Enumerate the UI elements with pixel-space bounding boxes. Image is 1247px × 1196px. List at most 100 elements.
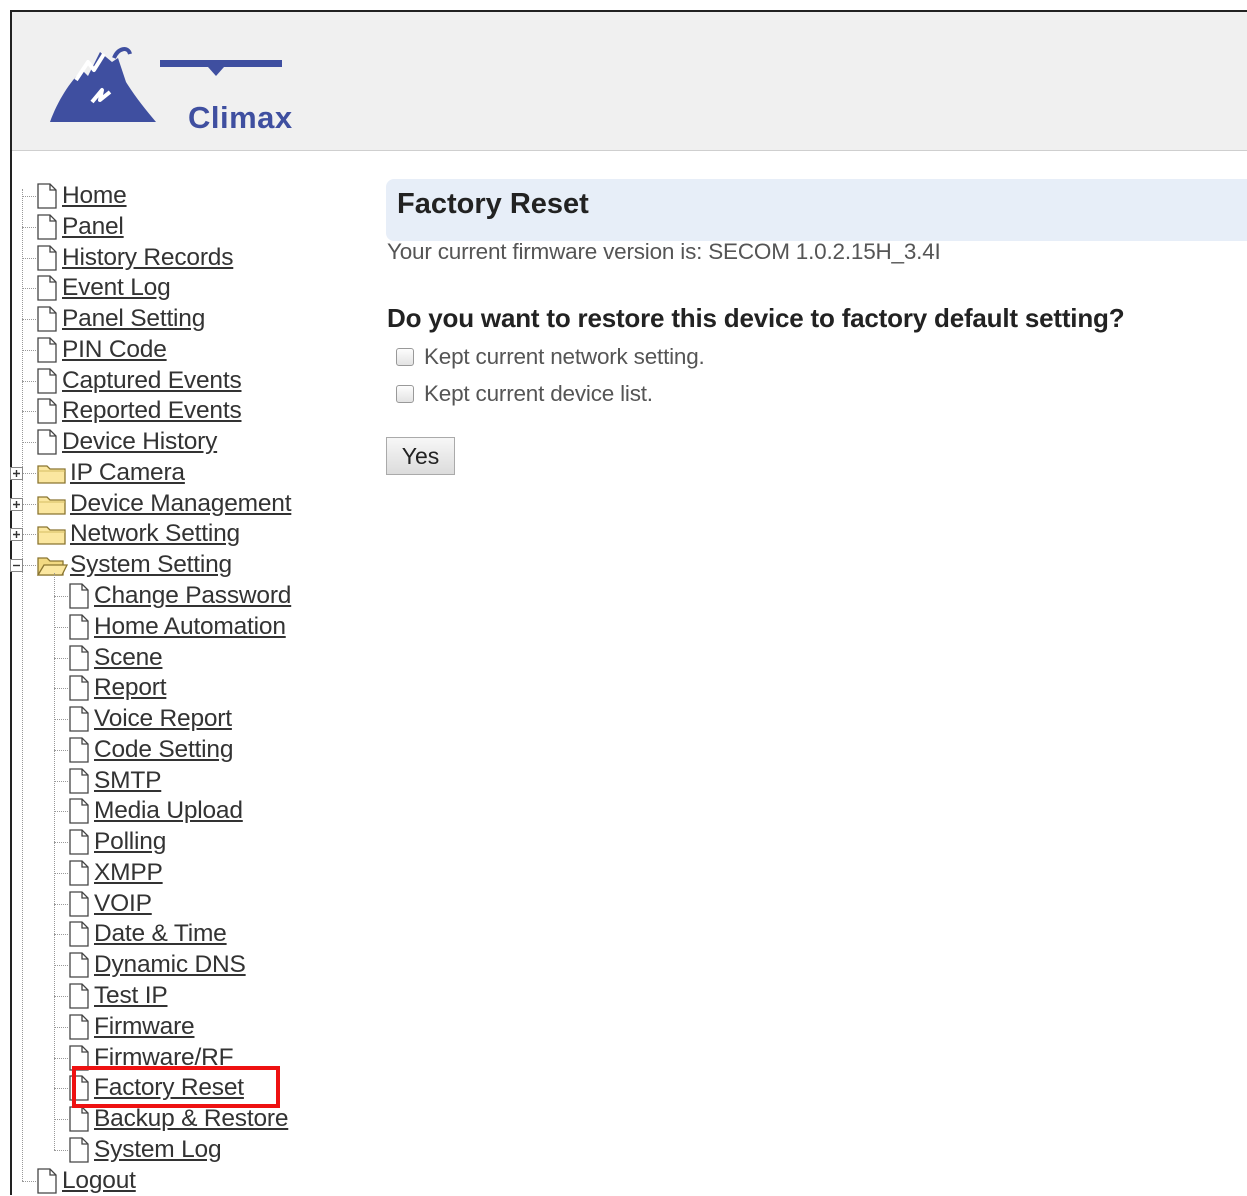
expand-toggle-icon[interactable] xyxy=(10,466,23,480)
sidebar-item-firmware-rf[interactable]: Firmware/RF xyxy=(68,1043,234,1073)
sidebar-item-pin-code[interactable]: PIN Code xyxy=(36,335,167,365)
sidebar-item-logout[interactable]: Logout xyxy=(36,1166,136,1196)
page-title: Factory Reset xyxy=(397,188,589,220)
sidebar-item-scene[interactable]: Scene xyxy=(68,643,163,673)
sidebar-item-label[interactable]: Home xyxy=(62,181,127,211)
sidebar-item-system-log[interactable]: System Log xyxy=(68,1135,222,1165)
sidebar-item-home[interactable]: Home xyxy=(36,181,127,211)
sidebar-item-label[interactable]: Firmware/RF xyxy=(94,1043,234,1073)
sidebar-item-media-upload[interactable]: Media Upload xyxy=(68,796,243,826)
folder-device-management[interactable]: Device Management xyxy=(36,489,292,519)
sidebar-item-label[interactable]: System Log xyxy=(94,1135,222,1165)
page-icon xyxy=(36,337,58,363)
sidebar-item-dynamic-dns[interactable]: Dynamic DNS xyxy=(68,950,246,980)
sidebar-item-label[interactable]: Reported Events xyxy=(62,396,242,426)
sidebar-item-label[interactable]: Media Upload xyxy=(94,796,243,826)
sidebar-item-device-history[interactable]: Device History xyxy=(36,427,217,457)
sidebar-item-label[interactable]: Backup & Restore xyxy=(94,1104,288,1134)
sidebar-item-label[interactable]: Factory Reset xyxy=(94,1073,244,1103)
sidebar-item-report[interactable]: Report xyxy=(68,673,167,703)
sidebar-item-label[interactable]: Date & Time xyxy=(94,919,227,949)
sidebar-item-label[interactable]: History Records xyxy=(62,243,233,273)
sidebar-item-label[interactable]: Panel Setting xyxy=(62,304,205,334)
sidebar-item-reported-events[interactable]: Reported Events xyxy=(36,396,242,426)
sidebar-item-label[interactable]: Change Password xyxy=(94,581,291,611)
sidebar-item-panel-setting[interactable]: Panel Setting xyxy=(36,304,205,334)
sidebar-item-factory-reset[interactable]: Factory Reset xyxy=(68,1073,244,1103)
keep-devices-checkbox[interactable] xyxy=(396,385,414,403)
sidebar-item-history-records[interactable]: History Records xyxy=(36,243,233,273)
sidebar-item-label[interactable]: PIN Code xyxy=(62,335,167,365)
sidebar-item-date-and-time[interactable]: Date & Time xyxy=(68,919,227,949)
sidebar-item-label[interactable]: SMTP xyxy=(94,766,161,796)
sidebar-item-label[interactable]: IP Camera xyxy=(70,458,185,488)
sidebar-item-label[interactable]: Captured Events xyxy=(62,366,242,396)
firmware-version-text: Your current firmware version is: SECOM … xyxy=(387,239,941,264)
expand-toggle-icon[interactable] xyxy=(10,497,23,511)
sidebar-item-label[interactable]: Logout xyxy=(62,1166,136,1196)
sidebar-item-backup-and-restore[interactable]: Backup & Restore xyxy=(68,1104,288,1134)
sidebar-tree: Home Panel History Records Event Log Panel S… xyxy=(8,168,338,1194)
sidebar-item-change-password[interactable]: Change Password xyxy=(68,581,291,611)
folder-system-setting[interactable]: System Setting xyxy=(36,550,232,580)
restore-question: Do you want to restore this device to fa… xyxy=(387,303,1125,333)
folder-network-setting[interactable]: Network Setting xyxy=(36,519,240,549)
page-icon xyxy=(68,798,90,825)
sidebar-item-label[interactable]: Code Setting xyxy=(94,735,233,765)
page-icon xyxy=(68,829,90,855)
sidebar-item-label[interactable]: Network Setting xyxy=(70,519,240,549)
sidebar-item-label[interactable]: VOIP xyxy=(94,889,152,919)
keep-network-option[interactable]: Kept current network setting. xyxy=(396,344,705,370)
sidebar-item-label[interactable]: Polling xyxy=(94,827,166,857)
sidebar-item-label[interactable]: Voice Report xyxy=(94,704,232,734)
sidebar-item-label[interactable]: Home Automation xyxy=(94,612,286,642)
header: Climax xyxy=(12,12,1247,151)
sidebar-item-xmpp[interactable]: XMPP xyxy=(68,858,163,888)
page-icon xyxy=(68,860,90,886)
page-icon xyxy=(36,398,58,425)
page-icon xyxy=(36,1167,58,1194)
page-icon xyxy=(36,306,58,332)
sidebar-item-event-log[interactable]: Event Log xyxy=(36,273,171,303)
sidebar-item-voip[interactable]: VOIP xyxy=(68,889,152,919)
sidebar-item-label[interactable]: Device History xyxy=(62,427,217,457)
folder-icon xyxy=(36,461,68,485)
page-icon xyxy=(68,675,90,701)
sidebar-item-code-setting[interactable]: Code Setting xyxy=(68,735,233,765)
sidebar-item-label[interactable]: Firmware xyxy=(94,1012,195,1042)
sidebar-item-home-automation[interactable]: Home Automation xyxy=(68,612,286,642)
sidebar-item-label[interactable]: Event Log xyxy=(62,273,171,303)
sidebar-item-label[interactable]: XMPP xyxy=(94,858,163,888)
sidebar-item-firmware[interactable]: Firmware xyxy=(68,1012,195,1042)
climax-logo[interactable]: Climax xyxy=(48,40,292,135)
page-icon xyxy=(68,706,90,732)
sidebar-item-voice-report[interactable]: Voice Report xyxy=(68,704,232,734)
page-icon xyxy=(68,952,90,978)
sidebar-item-label[interactable]: Report xyxy=(94,673,167,703)
expand-toggle-icon[interactable] xyxy=(10,528,23,542)
folder-open-icon xyxy=(36,553,68,577)
sidebar-item-smtp[interactable]: SMTP xyxy=(68,766,161,796)
sidebar-item-label[interactable]: Scene xyxy=(94,643,163,673)
sidebar-item-captured-events[interactable]: Captured Events xyxy=(36,366,242,396)
keep-network-label: Kept current network setting. xyxy=(424,344,705,369)
keep-network-checkbox[interactable] xyxy=(396,348,414,366)
folder-ip-camera[interactable]: IP Camera xyxy=(36,458,185,488)
sidebar-item-label[interactable]: Device Management xyxy=(70,489,292,519)
sidebar-item-panel[interactable]: Panel xyxy=(36,212,124,242)
collapse-toggle-icon[interactable] xyxy=(10,559,23,573)
folder-icon xyxy=(36,522,68,546)
keep-devices-option[interactable]: Kept current device list. xyxy=(396,381,653,407)
sidebar-item-polling[interactable]: Polling xyxy=(68,827,166,857)
page-icon xyxy=(68,1075,90,1101)
sidebar-item-label[interactable]: System Setting xyxy=(70,550,232,580)
sidebar-item-test-ip[interactable]: Test IP xyxy=(68,981,168,1011)
page-icon xyxy=(68,921,90,948)
page-icon xyxy=(36,429,58,455)
page-icon xyxy=(36,367,58,394)
yes-button[interactable]: Yes xyxy=(386,437,455,475)
page-icon xyxy=(36,214,58,240)
sidebar-item-label[interactable]: Dynamic DNS xyxy=(94,950,246,980)
sidebar-item-label[interactable]: Panel xyxy=(62,212,124,242)
sidebar-item-label[interactable]: Test IP xyxy=(94,981,168,1011)
